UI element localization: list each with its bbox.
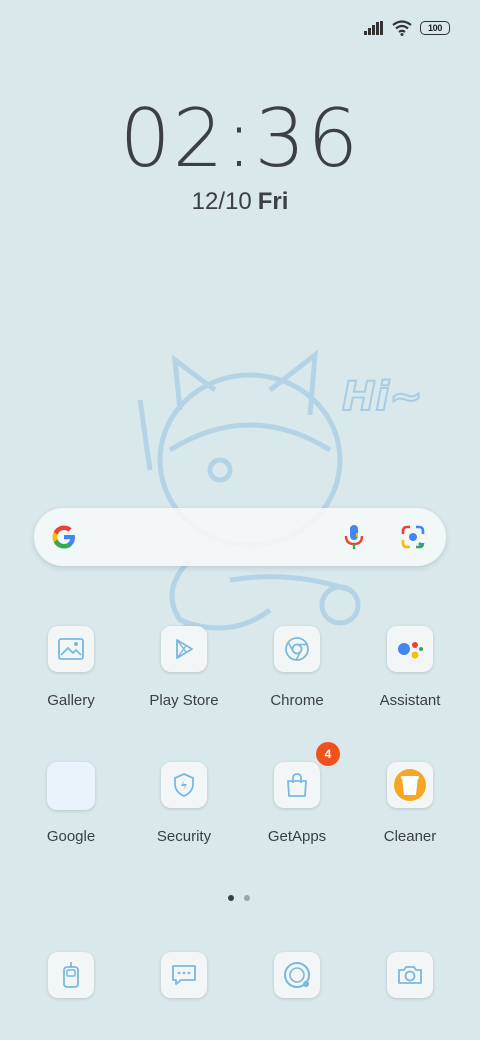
weekday-text: Fri <box>257 188 289 215</box>
assistant-icon[interactable] <box>387 626 433 672</box>
security-icon[interactable] <box>161 762 207 808</box>
messages-icon[interactable] <box>161 952 207 998</box>
chrome-icon[interactable] <box>274 626 320 672</box>
app-cleaner[interactable]: Cleaner <box>355 762 465 845</box>
app-label: Cleaner <box>383 828 437 845</box>
dock-browser[interactable] <box>242 952 352 998</box>
app-security[interactable]: Security <box>129 762 239 845</box>
notification-badge: 4 <box>316 742 340 766</box>
voice-search-icon[interactable] <box>342 523 366 551</box>
app-label: GetApps <box>267 828 327 845</box>
google-search-bar[interactable] <box>34 508 446 566</box>
app-play-store[interactable]: Play Store <box>129 626 239 709</box>
page-dot-active[interactable] <box>228 895 234 901</box>
google-logo-icon <box>52 525 75 549</box>
dock-messages[interactable] <box>129 952 239 998</box>
dock-camera[interactable] <box>355 952 465 998</box>
getapps-icon[interactable]: 4 <box>274 742 340 808</box>
signal-icon <box>364 21 383 35</box>
camera-icon[interactable] <box>387 952 433 998</box>
clock-date[interactable]: 12/10 Fri <box>0 188 480 216</box>
dock-phone[interactable] <box>16 952 126 998</box>
app-label: Gallery <box>47 692 95 709</box>
battery-indicator: 100 <box>420 21 450 35</box>
cleaner-icon[interactable] <box>387 762 433 808</box>
clock-time[interactable]: 02:36 <box>0 92 480 185</box>
google-lens-icon[interactable] <box>400 524 426 550</box>
folder-google[interactable]: Google <box>16 762 126 845</box>
app-label: Security <box>156 828 212 845</box>
app-label: Google <box>46 828 96 845</box>
app-label: Play Store <box>149 692 219 709</box>
app-label: Assistant <box>379 692 441 709</box>
app-chrome[interactable]: Chrome <box>242 626 352 709</box>
page-indicator[interactable] <box>228 895 250 901</box>
google-folder-icon[interactable] <box>47 762 95 810</box>
wallpaper-illustration: Hi~ <box>137 349 424 657</box>
browser-icon[interactable] <box>274 952 320 998</box>
gallery-icon[interactable] <box>48 626 94 672</box>
app-getapps[interactable]: 4 GetApps <box>242 742 352 845</box>
phone-icon[interactable] <box>48 952 94 998</box>
wallpaper-hi-text: Hi~ <box>342 374 423 420</box>
app-gallery[interactable]: Gallery <box>16 626 126 709</box>
date-text: 12/10 <box>191 188 252 215</box>
app-assistant[interactable]: Assistant <box>355 626 465 709</box>
page-dot[interactable] <box>244 895 250 901</box>
status-bar: 100 <box>364 16 450 40</box>
app-label: Chrome <box>270 692 324 709</box>
play-store-icon[interactable] <box>161 626 207 672</box>
wifi-icon <box>392 20 412 36</box>
battery-level: 100 <box>427 23 443 33</box>
